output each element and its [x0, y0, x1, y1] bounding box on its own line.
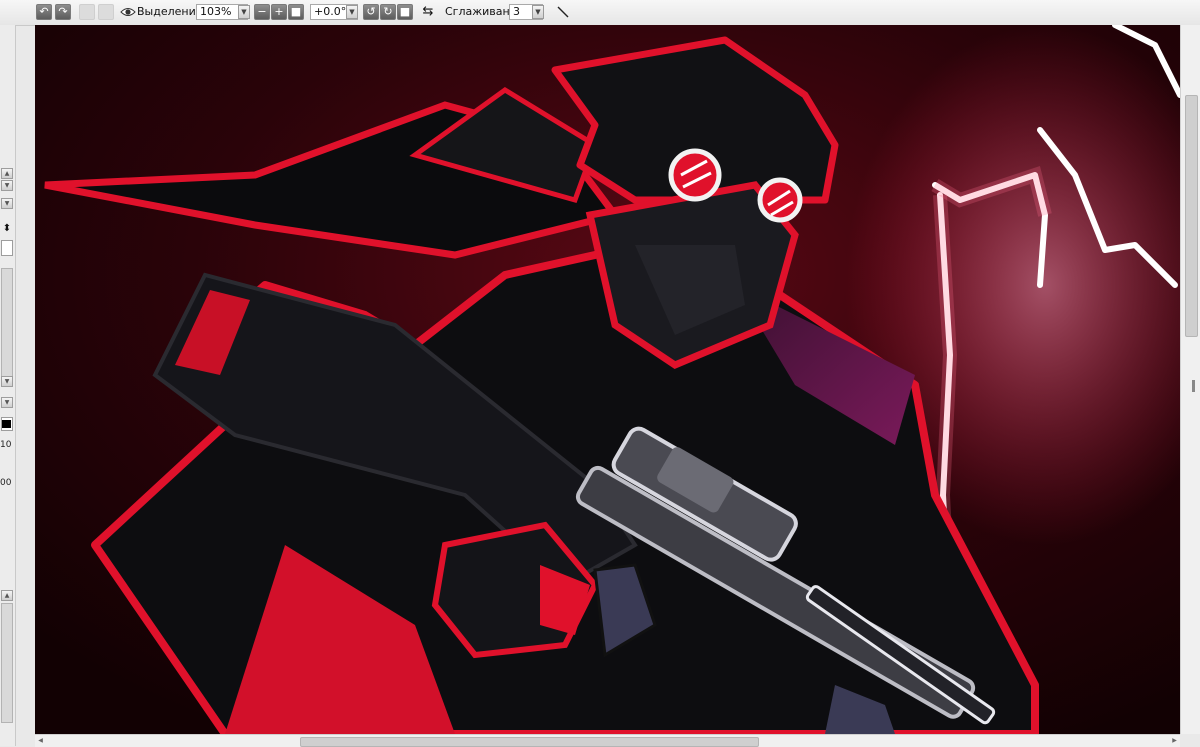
top-toolbar: ↶ ↷ Выделение 103% ▼ − + ■ +0.0° ▼ ↺ ↻ ■…	[0, 0, 1200, 26]
canvas[interactable]	[35, 25, 1180, 734]
rotation-dropdown[interactable]: ▼	[346, 5, 358, 19]
scroll-left-arrow[interactable]: ◀	[36, 737, 45, 745]
zoom-dropdown[interactable]: ▼	[238, 5, 250, 19]
eye-icon[interactable]	[120, 4, 136, 20]
line-tool-icon[interactable]	[555, 4, 571, 20]
redo-button[interactable]: ↷	[55, 4, 71, 20]
vertical-scrollbar[interactable]	[1180, 25, 1200, 734]
undo-button[interactable]: ↶	[36, 4, 52, 20]
color-swatch[interactable]	[1, 417, 13, 431]
resize-grip[interactable]	[1192, 380, 1195, 392]
slider-down-arrow[interactable]: ▼	[1, 376, 13, 387]
value-label: 00	[0, 478, 12, 488]
disabled-tool-button[interactable]	[79, 4, 95, 20]
smoothing-dropdown[interactable]: ▼	[532, 5, 544, 19]
zoom-out-button[interactable]: −	[254, 4, 270, 20]
zoom-in-button[interactable]: +	[271, 4, 287, 20]
horizontal-scrollbar[interactable]: ◀ ▶	[35, 734, 1180, 747]
scroll-down-arrow[interactable]: ▼	[1, 198, 13, 209]
rotate-left-button[interactable]: ↺	[363, 4, 379, 20]
scroll-up-arrow[interactable]: ▲	[1, 590, 13, 601]
panel-scroll-track[interactable]	[1, 603, 13, 723]
flip-icon[interactable]: ⇆	[420, 4, 436, 20]
left-tool-panel: ▲ ▼ ▼ ⬍ ▼ ▼ 10 00 ▲	[0, 25, 16, 746]
color-box[interactable]	[1, 240, 13, 256]
vertical-scroll-thumb[interactable]	[1185, 95, 1198, 337]
zoom-fit-button[interactable]: ■	[288, 4, 304, 20]
rotate-reset-button[interactable]: ■	[397, 4, 413, 20]
scroll-up-arrow[interactable]: ▲	[1, 168, 13, 179]
disabled-tool-button[interactable]	[98, 4, 114, 20]
rotate-right-button[interactable]: ↻	[380, 4, 396, 20]
scroll-right-arrow[interactable]: ▶	[1170, 737, 1179, 745]
slider-track[interactable]	[1, 268, 13, 378]
scroll-arrow[interactable]: ▼	[1, 397, 13, 408]
swap-colors-icon[interactable]: ⬍	[1, 223, 13, 237]
selection-label: Выделение	[137, 5, 203, 18]
value-label: 10	[0, 440, 12, 450]
artwork-image	[35, 25, 1180, 734]
scroll-down-arrow[interactable]: ▼	[1, 180, 13, 191]
